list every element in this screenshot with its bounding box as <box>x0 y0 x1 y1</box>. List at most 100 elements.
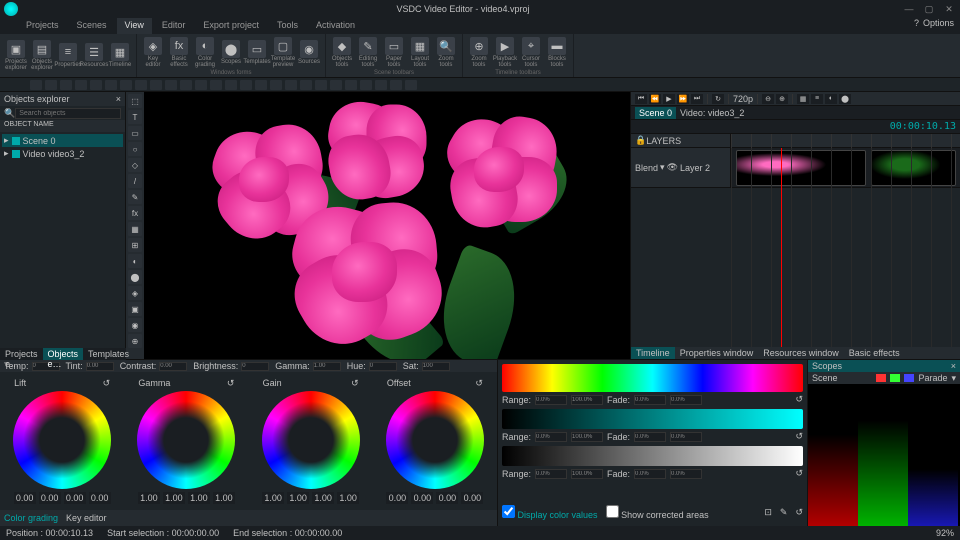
menu-tools[interactable]: Tools <box>269 18 306 34</box>
ribbon-playback-tools[interactable]: ▶Playback tools <box>493 37 517 68</box>
vtool-13[interactable]: ▣ <box>128 302 142 316</box>
vtool-3[interactable]: ○ <box>128 142 142 156</box>
timeline-ctrl[interactable]: ◐ <box>825 94 837 104</box>
ribbon-editing-tools[interactable]: ✎Editing tools <box>356 37 380 68</box>
minimize-button[interactable]: — <box>902 3 916 15</box>
ribbon-zoom-tools[interactable]: 🔍Zoom tools <box>434 37 458 68</box>
param-gamma[interactable] <box>313 362 341 371</box>
reset-icon[interactable]: ↺ <box>795 431 803 442</box>
toolrow-button-21[interactable] <box>345 80 357 90</box>
param-contrast[interactable] <box>159 362 187 371</box>
toolrow-button-20[interactable] <box>330 80 342 90</box>
ribbon-layout-tools[interactable]: ▦Layout tools <box>408 37 432 68</box>
param-hue[interactable] <box>369 362 397 371</box>
ribbon-paper-tools[interactable]: ▭Paper tools <box>382 37 406 68</box>
vtool-5[interactable]: / <box>128 174 142 188</box>
reset-icon[interactable]: ↺ <box>475 378 483 389</box>
ribbon-blocks-tools[interactable]: ▬Blocks tools <box>545 37 569 68</box>
ribbon-objects-explorer[interactable]: ▤Objects explorer <box>30 40 54 71</box>
timeline-clip[interactable] <box>736 150 866 186</box>
show-corrected-check[interactable]: Show corrected areas <box>606 505 709 520</box>
timeline-ctrl[interactable]: ⏮ <box>635 94 647 104</box>
param-tint[interactable] <box>86 362 114 371</box>
reset-icon[interactable]: ↺ <box>795 394 803 405</box>
dropper-icon[interactable]: ✎ <box>780 507 788 518</box>
scopes-mode-select[interactable]: Parade <box>918 373 947 383</box>
reset-icon[interactable]: ↺ <box>103 378 111 389</box>
timeline-clip[interactable] <box>871 150 956 186</box>
toolrow-button-2[interactable] <box>60 80 72 90</box>
toolrow-button-17[interactable] <box>285 80 297 90</box>
cg-tab[interactable]: Key editor <box>66 513 107 523</box>
toolrow-button-4[interactable] <box>90 80 102 90</box>
timeline-ctrl[interactable]: ⊕ <box>776 94 788 104</box>
vtool-12[interactable]: ◈ <box>128 286 142 300</box>
scopes-close-icon[interactable]: × <box>951 361 956 371</box>
reset-icon[interactable]: ↺ <box>795 507 803 518</box>
scope-blue-toggle[interactable] <box>904 374 914 382</box>
toolrow-button-24[interactable] <box>390 80 402 90</box>
toolrow-button-9[interactable] <box>165 80 177 90</box>
preview-viewport[interactable] <box>144 92 630 359</box>
toolrow-button-8[interactable] <box>150 80 162 90</box>
color-wheel-gamma[interactable] <box>137 391 235 489</box>
right-tab-timeline[interactable]: Timeline <box>631 347 675 359</box>
bottom-tab[interactable]: Objects e… <box>43 348 84 360</box>
ribbon-template-preview[interactable]: ▢Template preview <box>271 37 295 68</box>
toolrow-button-13[interactable] <box>225 80 237 90</box>
vtool-15[interactable]: ⊕ <box>128 334 142 348</box>
ribbon-properties[interactable]: ≡Properties <box>56 43 80 68</box>
ramp-lum[interactable] <box>502 446 803 466</box>
ribbon-scopes[interactable]: ⬤Scopes <box>219 40 243 65</box>
toolrow-button-12[interactable] <box>210 80 222 90</box>
toolrow-button-1[interactable] <box>45 80 57 90</box>
scope-green-toggle[interactable] <box>890 374 900 382</box>
ribbon-color-grading[interactable]: ◐Color grading <box>193 37 217 68</box>
ribbon-objects-tools[interactable]: ◆Objects tools <box>330 37 354 68</box>
right-tab-resources-window[interactable]: Resources window <box>758 347 844 359</box>
bottom-tab[interactable]: Projects e… <box>0 348 43 360</box>
ribbon-key-editor[interactable]: ◈Key editor <box>141 37 165 68</box>
timeline-ctrl[interactable]: ≡ <box>811 94 823 104</box>
tree-item[interactable]: ▸Scene 0 <box>2 134 123 147</box>
timeline-ctrl[interactable]: ▶ <box>663 94 675 104</box>
ribbon-cursor-tools[interactable]: ⌖Cursor tools <box>519 37 543 68</box>
param-brightness[interactable] <box>241 362 269 371</box>
toolrow-button-10[interactable] <box>180 80 192 90</box>
panel-close-icon[interactable]: × <box>116 94 121 104</box>
timeline-ctrl[interactable]: ⏩ <box>677 94 689 104</box>
toolrow-button-5[interactable] <box>105 80 117 90</box>
vtool-6[interactable]: ✎ <box>128 190 142 204</box>
video-tab[interactable]: Video: video3_2 <box>676 107 748 119</box>
toolrow-button-19[interactable] <box>315 80 327 90</box>
toolrow-button-16[interactable] <box>270 80 282 90</box>
scopes-scene-select[interactable]: Scene <box>812 373 838 383</box>
ramp-sat[interactable] <box>502 409 803 429</box>
vtool-9[interactable]: ⊞ <box>128 238 142 252</box>
timeline-ctrl[interactable]: ↻ <box>712 94 724 104</box>
menu-export-project[interactable]: Export project <box>195 18 267 34</box>
menu-projects[interactable]: Projects <box>18 18 67 34</box>
toolrow-button-11[interactable] <box>195 80 207 90</box>
vtool-8[interactable]: ▦ <box>128 222 142 236</box>
help-icon[interactable]: ? <box>914 18 919 34</box>
bottom-tab[interactable]: Templates <box>83 348 134 360</box>
timeline-ctrl[interactable]: ⏪ <box>649 94 661 104</box>
toolrow-button-0[interactable] <box>30 80 42 90</box>
vtool-0[interactable]: ⬚ <box>128 94 142 108</box>
reset-icon[interactable]: ↺ <box>351 378 359 389</box>
track-header[interactable]: Blend ▾ 👁 Layer 2 <box>631 148 731 187</box>
tree-item[interactable]: ▸Video video3_2 <box>2 147 123 160</box>
close-button[interactable]: ✕ <box>942 3 956 15</box>
visibility-icon[interactable]: 👁 <box>667 162 678 173</box>
ribbon-sources[interactable]: ◉Sources <box>297 40 321 65</box>
menu-editor[interactable]: Editor <box>154 18 194 34</box>
picker-icon[interactable]: ⊡ <box>764 507 772 518</box>
toolrow-button-15[interactable] <box>255 80 267 90</box>
cg-tab[interactable]: Color grading <box>4 513 58 523</box>
toolrow-button-7[interactable] <box>135 80 147 90</box>
color-wheel-offset[interactable] <box>386 391 484 489</box>
ribbon-timeline[interactable]: ▦Timeline <box>108 43 132 68</box>
vtool-7[interactable]: fx <box>128 206 142 220</box>
ramp-hue[interactable] <box>502 364 803 392</box>
